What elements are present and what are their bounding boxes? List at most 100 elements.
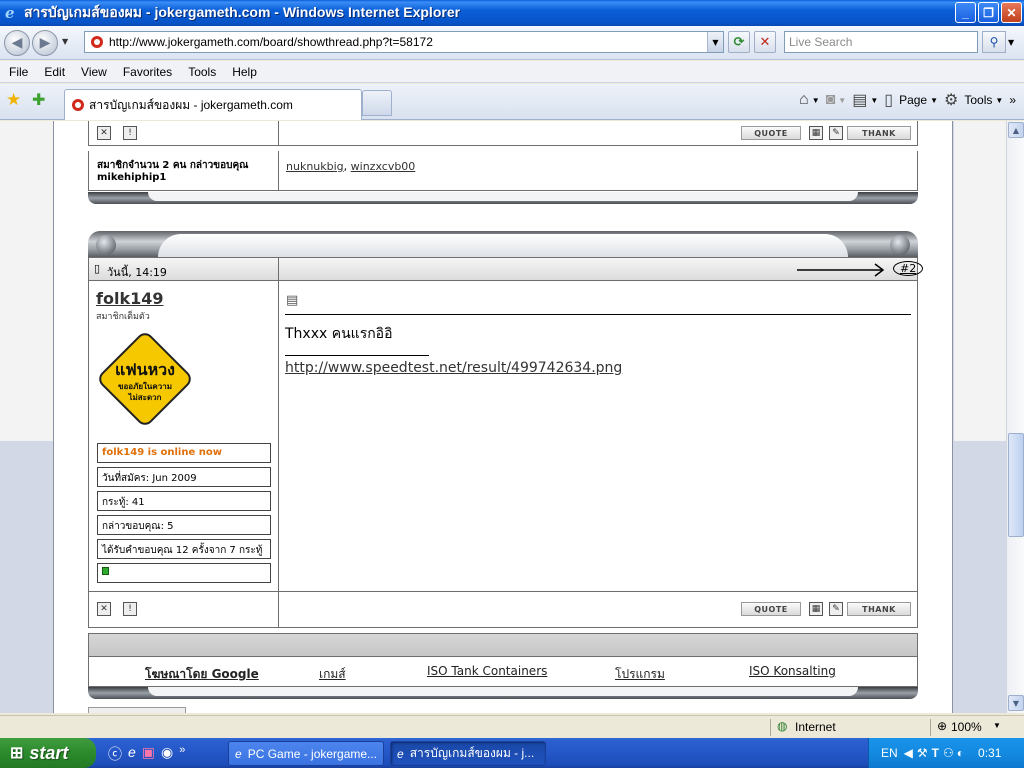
search-input[interactable]: Live Search [784, 31, 978, 53]
print-icon[interactable]: ▤ [852, 90, 867, 110]
quicklaunch-app-icon[interactable]: ▣ [142, 744, 155, 764]
recent-pages-dropdown-icon[interactable]: ▼ [62, 37, 68, 46]
report-icon[interactable]: ✕ [97, 126, 111, 140]
language-indicator[interactable]: EN [881, 746, 898, 760]
tools-dropdown-icon[interactable]: ▼ [995, 96, 1003, 105]
post-date: วันนี้, 14:19 [107, 266, 167, 279]
divider [278, 121, 279, 145]
thank-button[interactable]: THANK [847, 126, 911, 140]
quicklaunch-media-icon[interactable]: ◉ [161, 744, 173, 764]
menu-view[interactable]: View [72, 65, 114, 79]
vertical-scrollbar[interactable]: ▲ ▼ [1006, 121, 1024, 713]
multiquote-icon[interactable]: ▦ [809, 602, 823, 616]
tab-active[interactable]: สารบัญเกมส์ของผม - jokergameth.com [64, 89, 362, 120]
ad-link-games[interactable]: เกมส์ [319, 665, 346, 684]
scroll-up-icon[interactable]: ▲ [1008, 122, 1024, 138]
thanker-link[interactable]: winzxcvb00 [351, 160, 416, 173]
user-title: สมาชิกเต็มตัว [96, 312, 150, 322]
scroll-down-icon[interactable]: ▼ [1008, 695, 1024, 711]
menu-file[interactable]: File [0, 65, 35, 79]
user-status-box [97, 563, 271, 583]
page-dropdown-icon[interactable]: ▼ [930, 96, 938, 105]
status-bar: ◍ Internet ⊕ 100% ▼ [0, 715, 1024, 738]
annotation-arrow-icon [797, 263, 885, 277]
scroll-thumb[interactable] [1008, 433, 1024, 537]
minimize-button[interactable]: _ [955, 2, 976, 23]
divider [278, 151, 279, 190]
refresh-button[interactable]: ⟳ [728, 31, 750, 53]
system-tray: EN ◀ ⚒ T ⚇ ◐ 0:31 [868, 738, 1024, 768]
close-button[interactable]: ✕ [1001, 2, 1022, 23]
quicklaunch-ie-icon[interactable]: e [128, 744, 136, 764]
windows-flag-icon: ⊞ [10, 745, 24, 762]
tray-volume-icon[interactable]: ◐ [957, 746, 964, 760]
new-tab-button[interactable] [362, 90, 392, 116]
home-dropdown-icon[interactable]: ▼ [812, 96, 820, 105]
stop-button[interactable]: ✕ [754, 31, 776, 53]
thanks-given: กล่าวขอบคุณ: 5 [97, 515, 271, 535]
add-favorite-icon[interactable]: ✚ [32, 90, 45, 109]
avatar-line2: ขออภัยในความ [118, 381, 172, 391]
ads-bottom-chrome [88, 687, 918, 699]
forward-button[interactable]: ▶ [32, 30, 58, 56]
tray-t-icon[interactable]: T [932, 746, 939, 760]
username-link[interactable]: folk149 [96, 289, 163, 308]
signature-link[interactable]: http://www.speedtest.net/result/49974263… [285, 360, 622, 376]
ad-link-programs[interactable]: โปรแกรม [615, 665, 665, 684]
search-icon[interactable]: ⚲ [982, 31, 1006, 53]
quicklaunch-more-icon[interactable]: » [179, 744, 185, 764]
warn-icon[interactable]: ! [123, 602, 137, 616]
tray-network-icon[interactable]: ⚇ [943, 746, 954, 760]
home-icon[interactable]: ⌂ [799, 91, 809, 109]
tools-gear-icon: ⚙ [944, 92, 959, 109]
menu-help[interactable]: Help [223, 65, 264, 79]
feeds-dropdown-icon[interactable]: ▼ [838, 96, 846, 105]
multiquote-icon[interactable]: ▦ [809, 126, 823, 140]
left-margin [0, 121, 53, 441]
window-title: สารบัญเกมส์ของผม - jokergameth.com - Win… [24, 4, 461, 20]
page-icon: ▯ [884, 92, 894, 109]
url-text[interactable]: http://www.jokergameth.com/board/showthr… [109, 35, 707, 49]
chevron-more-icon[interactable]: » [1009, 93, 1016, 107]
post-footer: ✕ ! QUOTE ▦ ✎ THANK [88, 591, 918, 628]
ad-link-iso-konsalting[interactable]: ISO Konsalting [749, 664, 836, 678]
tools-menu-button[interactable]: Tools [964, 93, 992, 107]
forward-arrow-icon: ▶ [39, 35, 51, 51]
report-icon[interactable]: ✕ [97, 602, 111, 616]
address-bar[interactable]: http://www.jokergameth.com/board/showthr… [84, 31, 724, 53]
menu-edit[interactable]: Edit [35, 65, 72, 79]
back-button[interactable]: ◀ [4, 30, 30, 56]
menu-favorites[interactable]: Favorites [114, 65, 179, 79]
maximize-button[interactable]: ❐ [978, 2, 999, 23]
warn-icon[interactable]: ! [123, 126, 137, 140]
join-date: วันที่สมัคร: Jun 2009 [97, 467, 271, 487]
quickreply-icon[interactable]: ✎ [829, 602, 843, 616]
address-dropdown-icon[interactable]: ▼ [707, 32, 723, 52]
thank-button[interactable]: THANK [847, 602, 911, 616]
prev-post-footer: ✕ ! QUOTE ▦ ✎ THANK [88, 121, 918, 146]
ads-by-google-link[interactable]: โฆษณาโดย Google [145, 665, 259, 684]
quickreply-icon[interactable]: ✎ [829, 126, 843, 140]
tray-tool-icon[interactable]: ⚒ [917, 746, 928, 760]
page-menu-button[interactable]: Page [899, 93, 927, 107]
clock[interactable]: 0:31 [978, 746, 1001, 760]
quicklaunch-c-icon[interactable]: ⓒ [108, 744, 122, 764]
zoom-dropdown-icon[interactable]: ▼ [993, 721, 1001, 730]
menu-tools[interactable]: Tools [179, 65, 223, 79]
taskbar-item-active[interactable]: e สารบัญเกมส์ของผม - j... [390, 741, 546, 766]
quote-button[interactable]: QUOTE [741, 126, 801, 140]
favorites-center-star-icon[interactable]: ★ [6, 90, 21, 110]
taskbar-item[interactable]: e PC Game - jokergame... [228, 741, 384, 766]
zoom-level[interactable]: 100% [951, 720, 982, 734]
thanker-link[interactable]: nuknukbig [286, 160, 344, 173]
signature-separator [285, 355, 429, 356]
ad-link-iso-tank[interactable]: ISO Tank Containers [427, 664, 547, 678]
feeds-icon[interactable]: ◙ [826, 91, 836, 109]
print-dropdown-icon[interactable]: ▼ [870, 96, 878, 105]
start-button[interactable]: ⊞ start [0, 738, 96, 768]
post-number-link[interactable]: #2 [893, 261, 924, 276]
quote-button[interactable]: QUOTE [741, 602, 801, 616]
search-options-dropdown-icon[interactable]: ▼ [1008, 38, 1014, 47]
post-top-chrome [88, 231, 918, 257]
tray-back-icon[interactable]: ◀ [904, 746, 913, 760]
